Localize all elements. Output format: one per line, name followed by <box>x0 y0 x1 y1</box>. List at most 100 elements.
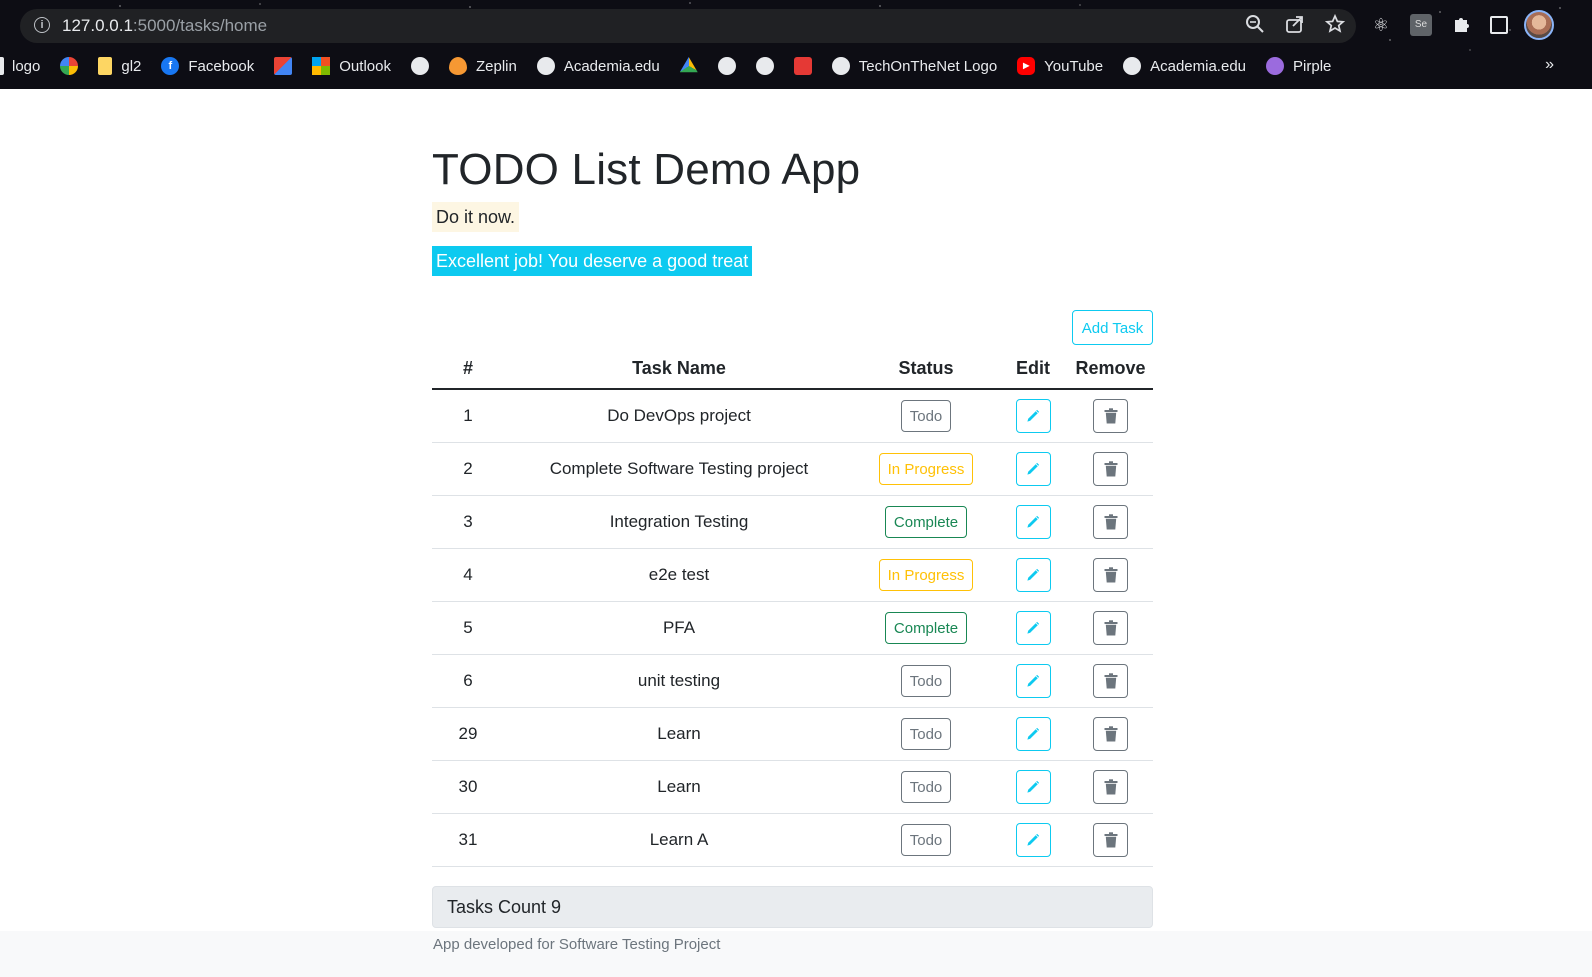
edit-task-button[interactable] <box>1015 452 1051 486</box>
remove-task-button[interactable] <box>1093 664 1128 698</box>
trash-icon <box>1104 673 1117 689</box>
task-edit-cell <box>998 389 1068 443</box>
status-complete-badge[interactable]: Complete <box>884 506 968 538</box>
task-remove-cell <box>1068 442 1153 496</box>
footer: App developed for Software Testing Proje… <box>0 931 1592 977</box>
task-remove-cell <box>1068 495 1153 549</box>
pinwheel-icon <box>60 57 79 75</box>
zoom-icon[interactable] <box>1244 14 1266 36</box>
edit-task-button[interactable] <box>1015 823 1051 857</box>
bookmark-item[interactable]: gl2 <box>98 57 141 75</box>
bookmark-item[interactable]: ▶ YouTube <box>1017 57 1103 75</box>
status-todo-badge[interactable]: Todo <box>900 718 952 750</box>
status-todo-badge[interactable]: Todo <box>900 771 952 803</box>
status-in-progress-badge[interactable]: In Progress <box>878 559 974 591</box>
site-info-icon[interactable]: i <box>34 17 50 33</box>
task-remove-cell <box>1068 760 1153 814</box>
status-complete-badge[interactable]: Complete <box>884 612 968 644</box>
trash-icon <box>1104 832 1117 848</box>
task-status-cell: Todo <box>854 389 998 443</box>
bookmark-item[interactable]: Pirple <box>1266 57 1331 75</box>
remove-task-button[interactable] <box>1093 823 1128 857</box>
globe-icon <box>536 57 555 75</box>
bookmark-item[interactable] <box>679 57 698 75</box>
trash-icon <box>1104 620 1117 636</box>
task-edit-cell <box>998 442 1068 496</box>
remove-task-button[interactable] <box>1093 452 1128 486</box>
pencil-icon <box>1027 833 1040 846</box>
bookmark-item[interactable]: TechOnTheNet Logo <box>831 57 997 75</box>
pirple-icon <box>1266 57 1285 75</box>
page-icon <box>0 57 4 75</box>
bookmark-item[interactable] <box>717 57 736 75</box>
edit-task-button[interactable] <box>1015 558 1051 592</box>
edit-task-button[interactable] <box>1015 505 1051 539</box>
bookmark-item[interactable] <box>410 57 429 75</box>
task-status-cell: In Progress <box>854 548 998 602</box>
bookmark-item[interactable]: Outlook <box>312 57 391 75</box>
grid-icon <box>793 57 812 75</box>
bookmark-item[interactable] <box>755 57 774 75</box>
column-header-status: Status <box>854 348 998 390</box>
pencil-icon <box>1027 568 1040 581</box>
column-header-remove: Remove <box>1068 348 1153 390</box>
task-edit-cell <box>998 707 1068 761</box>
pencil-icon <box>1027 409 1040 422</box>
task-name: Learn A <box>504 813 854 867</box>
task-status-cell: Complete <box>854 495 998 549</box>
status-in-progress-badge[interactable]: In Progress <box>878 453 974 485</box>
table-row: 5 PFA Complete <box>432 601 1153 655</box>
bookmark-item[interactable] <box>793 57 812 75</box>
status-todo-badge[interactable]: Todo <box>900 400 952 432</box>
tagline: Do it now. <box>432 202 520 232</box>
task-edit-cell <box>998 813 1068 867</box>
remove-task-button[interactable] <box>1093 399 1128 433</box>
bookmark-item[interactable]: logo <box>0 57 40 75</box>
table-row: 6 unit testing Todo <box>432 654 1153 708</box>
globe-icon <box>717 57 736 75</box>
share-icon[interactable] <box>1284 14 1306 36</box>
column-header-task-name: Task Name <box>504 348 854 390</box>
remove-task-button[interactable] <box>1093 558 1128 592</box>
edit-task-button[interactable] <box>1015 770 1051 804</box>
bookmark-label: logo <box>12 57 41 75</box>
bookmark-item[interactable]: Zeplin <box>448 57 517 75</box>
address-bar[interactable]: i 127.0.0.1:5000/tasks/home <box>20 9 1356 43</box>
status-todo-badge[interactable]: Todo <box>900 665 952 697</box>
tasks-table-body: 1 Do DevOps project Todo 2 Complete Software… <box>432 389 1153 867</box>
bookmark-item[interactable]: Academia.edu <box>536 57 660 75</box>
bookmarks-more-icon[interactable]: » <box>1545 56 1554 74</box>
edit-task-button[interactable] <box>1015 664 1051 698</box>
remove-task-button[interactable] <box>1093 717 1128 751</box>
column-header-edit: Edit <box>998 348 1068 390</box>
edit-task-button[interactable] <box>1015 611 1051 645</box>
task-status-cell: Todo <box>854 760 998 814</box>
react-devtools-icon[interactable]: ⚛ <box>1370 14 1392 36</box>
edit-task-button[interactable] <box>1015 717 1051 751</box>
selenium-icon[interactable]: Se <box>1410 14 1432 36</box>
bookmark-item[interactable]: Academia.edu <box>1123 57 1246 75</box>
extensions-puzzle-icon[interactable] <box>1450 14 1472 36</box>
bookmark-star-icon[interactable] <box>1324 13 1346 36</box>
task-edit-cell <box>998 760 1068 814</box>
remove-task-button[interactable] <box>1093 770 1128 804</box>
add-task-button[interactable]: Add Task <box>1072 310 1153 345</box>
remove-task-button[interactable] <box>1093 611 1128 645</box>
pencil-icon <box>1027 727 1040 740</box>
edit-task-button[interactable] <box>1015 399 1051 433</box>
success-alert: Excellent job! You deserve a good treat <box>432 246 753 276</box>
task-status-cell: Complete <box>854 601 998 655</box>
bookmark-item[interactable] <box>274 57 293 75</box>
task-remove-cell <box>1068 548 1153 602</box>
task-number: 1 <box>432 389 504 443</box>
remove-task-button[interactable] <box>1093 505 1128 539</box>
trash-icon <box>1104 779 1117 795</box>
task-name: Learn <box>504 760 854 814</box>
status-todo-badge[interactable]: Todo <box>900 824 952 856</box>
side-panel-icon[interactable] <box>1490 16 1508 34</box>
url-text[interactable]: 127.0.0.1:5000/tasks/home <box>62 16 267 36</box>
profile-avatar[interactable] <box>1524 10 1554 40</box>
bookmark-item[interactable] <box>60 57 79 75</box>
bookmark-item[interactable]: f Facebook <box>161 57 254 75</box>
task-edit-cell <box>998 654 1068 708</box>
